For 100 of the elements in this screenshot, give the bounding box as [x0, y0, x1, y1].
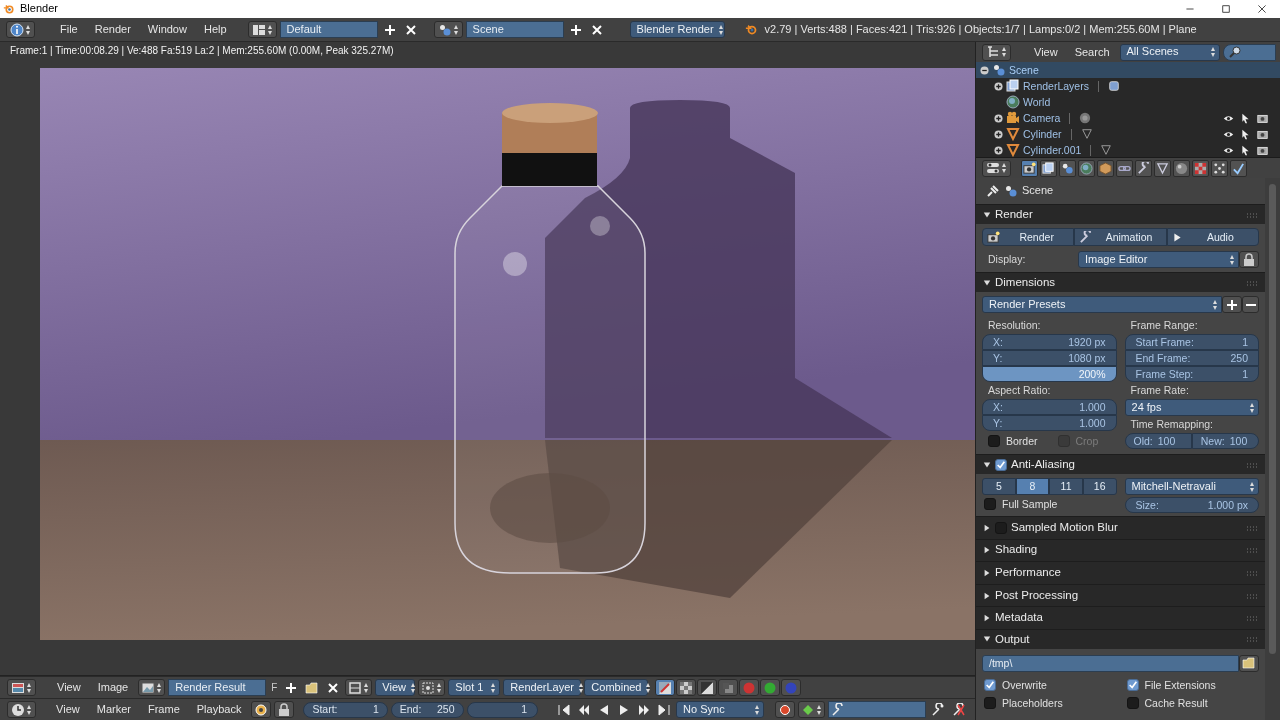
editor-type-button[interactable]	[247, 21, 277, 38]
record-button[interactable]	[775, 701, 795, 718]
number-field[interactable]: Start: 1	[303, 701, 388, 718]
view-mode-dropdown[interactable]: View	[375, 679, 416, 696]
scrollbar[interactable]	[1269, 184, 1276, 654]
keying-button[interactable]	[798, 701, 825, 718]
number-field[interactable]: End Frame: 250	[1124, 350, 1260, 366]
cursor-icon[interactable]	[1240, 128, 1251, 140]
display-dropdown[interactable]: Image Editor	[1078, 251, 1240, 268]
expand-toggle-icon[interactable]	[994, 113, 1003, 123]
collapse-toggle-icon[interactable]	[980, 65, 989, 75]
context-tab[interactable]	[1192, 159, 1209, 177]
number-field[interactable]: New: 100	[1191, 433, 1260, 449]
panel-header[interactable]: Sampled Motion Blur	[976, 516, 1266, 539]
context-tab[interactable]	[1116, 159, 1133, 177]
number-field[interactable]: Start Frame: 1	[1124, 334, 1260, 350]
render-action-button[interactable]: Audio	[1166, 228, 1260, 246]
context-tab[interactable]	[1230, 159, 1247, 177]
outliner-row[interactable]: Scene	[976, 62, 1280, 78]
menu-item[interactable]: Frame	[140, 701, 187, 718]
outliner-row[interactable]: Camera	[976, 110, 1280, 126]
panel-header[interactable]: Shading	[976, 538, 1266, 562]
editor-type-button[interactable]	[982, 43, 1011, 61]
panel-header[interactable]: Metadata	[976, 606, 1266, 629]
render-layer-dropdown[interactable]: RenderLayer	[503, 679, 582, 696]
checkbox[interactable]	[1126, 696, 1139, 709]
menu-item[interactable]: Help	[196, 21, 234, 38]
editor-type-button[interactable]	[6, 21, 35, 38]
sample-count-tab[interactable]: 5	[982, 478, 1016, 495]
fake-user-button[interactable]: F	[269, 679, 280, 696]
menu-item[interactable]: View	[1027, 43, 1065, 61]
text-field[interactable]: Default	[279, 21, 378, 38]
slot-dropdown[interactable]: Slot 1	[448, 679, 501, 696]
context-tab[interactable]	[1173, 159, 1190, 177]
context-tab[interactable]	[1040, 159, 1057, 177]
keying-set-field[interactable]	[828, 701, 926, 718]
render-engine-dropdown[interactable]: Blender Render	[629, 21, 725, 38]
sample-count-tab[interactable]: 8	[1015, 478, 1050, 495]
editor-type-button[interactable]	[7, 679, 36, 696]
menu-item[interactable]: Search	[1067, 43, 1117, 61]
search-field[interactable]	[1222, 43, 1276, 61]
lock-button[interactable]	[274, 701, 295, 718]
editor-type-button[interactable]	[7, 701, 36, 718]
render-action-button[interactable]: Animation	[1074, 228, 1167, 246]
lock-button[interactable]	[1239, 251, 1260, 268]
render-camera-icon[interactable]	[1257, 144, 1268, 156]
render-camera-icon[interactable]	[1257, 128, 1268, 140]
outliner-row[interactable]: World	[976, 94, 1280, 110]
cursor-icon[interactable]	[1240, 112, 1251, 124]
text-field[interactable]: Scene	[465, 21, 564, 38]
expand-toggle-icon[interactable]	[994, 81, 1003, 91]
checkbox[interactable]	[984, 696, 996, 709]
text-field[interactable]: Render Result	[168, 679, 267, 696]
context-tab[interactable]	[1154, 159, 1171, 177]
number-field[interactable]: Y: 1.000	[982, 415, 1117, 431]
context-tab[interactable]	[1135, 159, 1152, 177]
remove-preset-button[interactable]	[1242, 296, 1260, 313]
expand-toggle-icon[interactable]	[994, 145, 1003, 155]
number-field[interactable]: Y: 1080 px	[982, 350, 1117, 366]
number-field[interactable]: X: 1.000	[982, 399, 1117, 415]
expand-toggle-icon[interactable]	[994, 129, 1003, 139]
editor-type-button[interactable]	[982, 159, 1011, 177]
menu-item[interactable]: Marker	[89, 701, 138, 718]
checkbox[interactable]	[1126, 678, 1139, 691]
number-field[interactable]: Frame Step: 1	[1124, 366, 1260, 382]
display-mode-dropdown[interactable]: All Scenes	[1119, 43, 1220, 61]
render-pass-dropdown[interactable]: Combined	[584, 679, 649, 696]
checkbox[interactable]	[995, 458, 1007, 471]
context-tab[interactable]	[1211, 159, 1228, 177]
panel-header[interactable]: Dimensions	[976, 272, 1266, 292]
cursor-icon[interactable]	[1240, 144, 1251, 156]
checkbox[interactable]	[988, 435, 1000, 447]
render-action-button[interactable]: Render	[982, 228, 1075, 246]
browse-folder-button[interactable]	[1239, 654, 1260, 672]
menu-item[interactable]: File	[53, 21, 85, 38]
sync-dropdown[interactable]: No Sync	[676, 701, 764, 718]
checkbox[interactable]	[984, 678, 996, 691]
pivot-button[interactable]	[418, 679, 446, 696]
menu-item[interactable]: Window	[140, 21, 194, 38]
panel-header[interactable]: Post Processing	[976, 583, 1266, 607]
menu-item[interactable]: Render	[87, 21, 138, 38]
outliner-row[interactable]: Cylinder.001	[976, 142, 1280, 157]
number-field[interactable]: Size: 1.000 px	[1124, 497, 1260, 513]
panel-header[interactable]: Performance	[976, 561, 1266, 584]
menu-item[interactable]: View	[50, 679, 88, 696]
view-mode-button[interactable]	[345, 679, 373, 696]
sample-count-tab[interactable]: 16	[1082, 478, 1117, 495]
sample-count-tab[interactable]: 11	[1049, 478, 1083, 495]
checkbox[interactable]	[984, 498, 996, 510]
outliner-row[interactable]: RenderLayers	[976, 78, 1280, 94]
editor-type-button[interactable]	[433, 21, 463, 38]
context-tab[interactable]	[1021, 159, 1038, 177]
preview-range-button[interactable]	[251, 701, 272, 718]
add-preset-button[interactable]	[1222, 296, 1243, 313]
context-tab[interactable]	[1078, 159, 1095, 177]
panel-header[interactable]: Render	[976, 204, 1266, 224]
context-tab[interactable]	[1097, 159, 1114, 177]
current-frame-field[interactable]: 1	[466, 701, 539, 718]
frame-rate-dropdown[interactable]: 24 fps	[1124, 399, 1260, 416]
menu-item[interactable]: Image	[90, 679, 136, 696]
